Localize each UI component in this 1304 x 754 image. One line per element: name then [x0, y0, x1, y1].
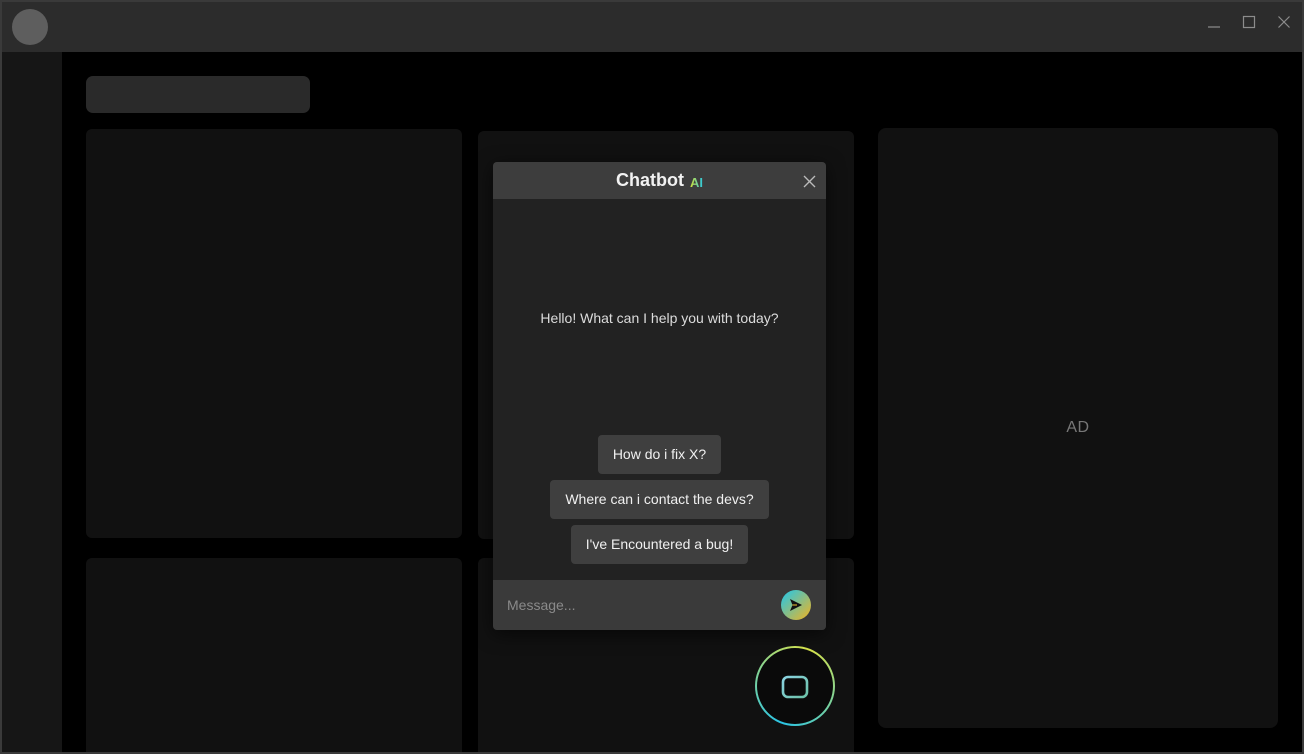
- chatbot-toggle-inner: [757, 648, 833, 724]
- app-window: AD Chatbot AI Hello! What can I help you…: [0, 0, 1304, 754]
- ad-panel[interactable]: AD: [878, 128, 1278, 728]
- robot-icon: [777, 669, 813, 699]
- title-bar: [2, 2, 1302, 52]
- ai-badge: AI: [689, 175, 703, 190]
- sidebar: [2, 52, 62, 752]
- content-card: [86, 129, 462, 538]
- chat-close-button[interactable]: [800, 172, 818, 190]
- window-close-button[interactable]: [1271, 10, 1297, 34]
- content-card: [86, 558, 462, 752]
- suggestion-chip[interactable]: I've Encountered a bug!: [570, 525, 749, 564]
- close-icon: [803, 175, 815, 187]
- chat-greeting-message: Hello! What can I help you with today?: [540, 310, 779, 326]
- chatbot-header: Chatbot AI: [493, 162, 826, 199]
- chatbot-title: Chatbot: [616, 170, 684, 190]
- suggestion-chip[interactable]: How do i fix X?: [597, 435, 722, 474]
- close-icon: [1278, 16, 1290, 28]
- chatbot-panel: Chatbot AI Hello! What can I help you wi…: [493, 162, 826, 630]
- suggestion-chip[interactable]: Where can i contact the devs?: [550, 480, 769, 519]
- avatar[interactable]: [12, 9, 48, 45]
- minimize-button[interactable]: [1201, 10, 1227, 34]
- message-input[interactable]: [507, 594, 767, 616]
- search-bar-placeholder[interactable]: [86, 76, 310, 113]
- chatbot-toggle-button[interactable]: [755, 646, 835, 726]
- minimize-icon: [1208, 26, 1220, 28]
- message-composer: [493, 580, 826, 630]
- send-button[interactable]: [781, 590, 811, 620]
- maximize-button[interactable]: [1236, 10, 1262, 34]
- suggestion-list: How do i fix X? Where can i contact the …: [493, 435, 826, 564]
- maximize-icon: [1242, 15, 1256, 29]
- ad-label: AD: [1066, 419, 1090, 436]
- send-icon: [790, 599, 802, 611]
